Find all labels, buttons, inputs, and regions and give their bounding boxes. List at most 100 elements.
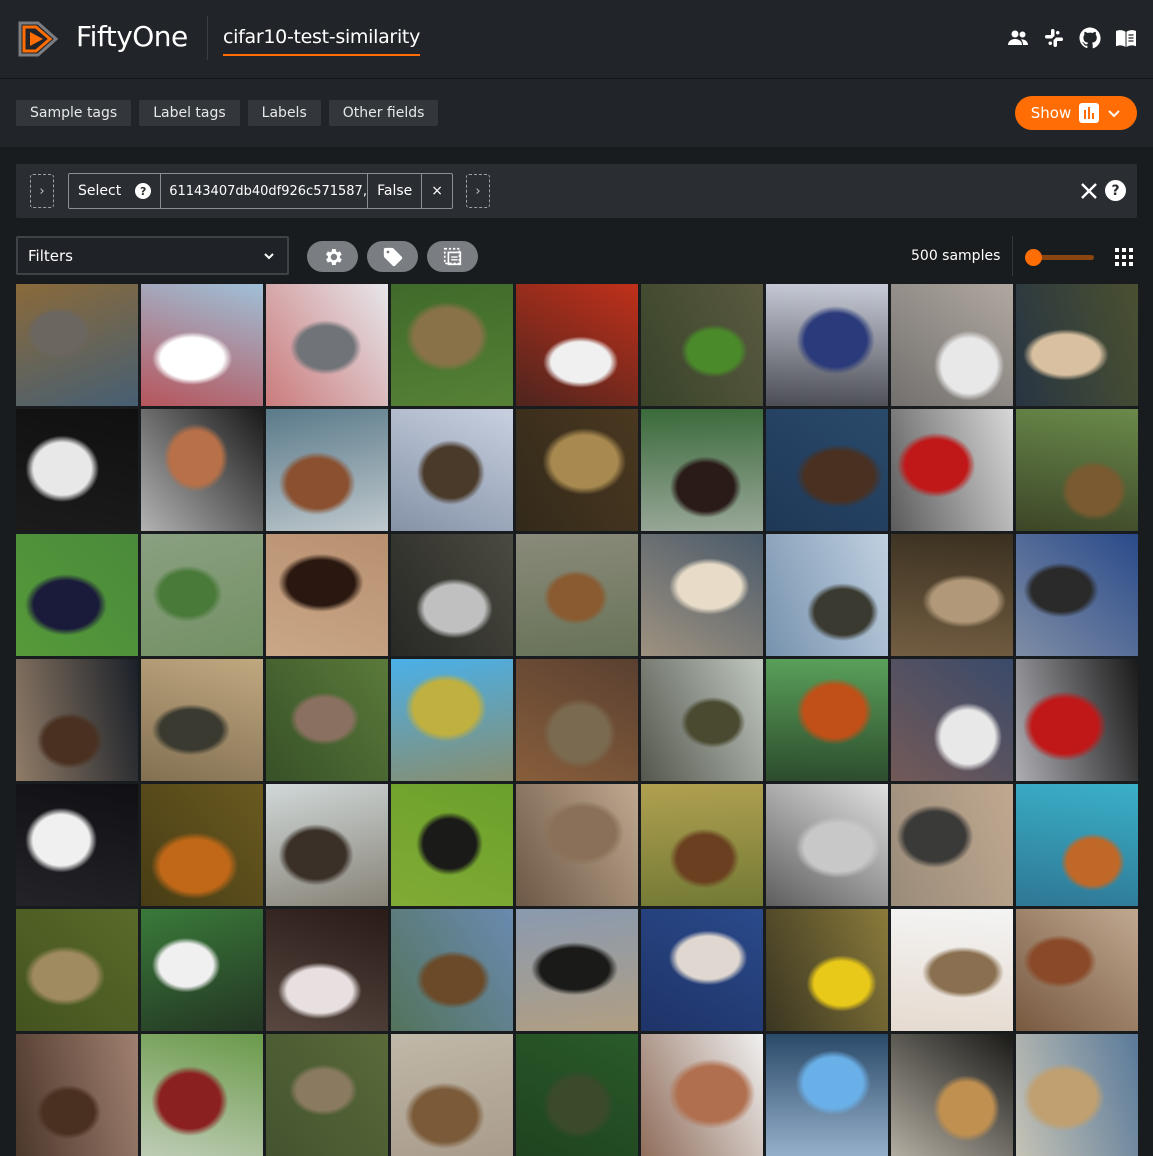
clear-view-icon[interactable] <box>1079 181 1099 201</box>
sample-thumbnail-bird[interactable] <box>16 909 138 1031</box>
sample-thumbnail-deer[interactable] <box>766 534 888 656</box>
tab-other-fields[interactable]: Other fields <box>328 100 439 126</box>
sample-thumbnail-deer[interactable] <box>641 784 763 906</box>
field-tabs: Sample tags Label tags Labels Other fiel… <box>16 100 439 126</box>
view-stage-select[interactable]: Select ? 61143407db40df926c571587,... Fa… <box>68 173 453 209</box>
sample-thumbnail-bird[interactable] <box>391 659 513 781</box>
bar-chart-icon <box>1079 103 1100 123</box>
tag-button[interactable] <box>367 241 418 272</box>
grid-view-icon[interactable] <box>1115 248 1133 266</box>
sample-thumbnail-horse[interactable] <box>516 909 638 1031</box>
sample-thumbnail-bird[interactable] <box>266 909 388 1031</box>
sample-thumbnail-automobile[interactable] <box>766 1034 888 1156</box>
header-links <box>1005 25 1139 51</box>
sample-thumbnail-dog[interactable] <box>1016 409 1138 531</box>
sample-thumbnail-cat[interactable] <box>141 659 263 781</box>
stage-name[interactable]: Select ? <box>69 174 162 208</box>
sample-thumbnail-frog[interactable] <box>391 284 513 406</box>
sample-thumbnail-horse[interactable] <box>16 659 138 781</box>
slack-icon[interactable] <box>1041 25 1067 51</box>
view-bar-help-icon[interactable]: ? <box>1105 180 1126 201</box>
sample-thumbnail-bird[interactable] <box>766 659 888 781</box>
sample-thumbnail-frog[interactable] <box>516 409 638 531</box>
sample-thumbnail-frog[interactable] <box>266 784 388 906</box>
crop-selection-icon <box>443 247 461 265</box>
sample-thumbnail-automobile[interactable] <box>766 784 888 906</box>
sample-thumbnail-frog[interactable] <box>516 659 638 781</box>
sample-thumbnail-bird[interactable] <box>516 1034 638 1156</box>
sample-thumbnail-bird[interactable] <box>516 784 638 906</box>
sample-thumbnail-truck[interactable] <box>1016 534 1138 656</box>
sample-thumbnail-ship[interactable] <box>391 409 513 531</box>
patches-button[interactable] <box>427 241 478 272</box>
sample-thumbnail-horse[interactable] <box>16 409 138 531</box>
toolbar-divider <box>1012 236 1013 276</box>
gear-icon <box>325 248 342 265</box>
sample-thumbnail-bird[interactable] <box>391 784 513 906</box>
fiftyone-logo-icon[interactable] <box>16 17 60 61</box>
tab-labels[interactable]: Labels <box>247 100 321 126</box>
sample-thumbnail-bird[interactable] <box>266 1034 388 1156</box>
sample-thumbnail-horse[interactable] <box>16 784 138 906</box>
sample-thumbnail-truck[interactable] <box>641 659 763 781</box>
dataset-selector[interactable]: cifar10-test-similarity <box>223 26 420 56</box>
header-divider <box>207 16 208 60</box>
sample-thumbnail-dog[interactable] <box>1016 284 1138 406</box>
sample-thumbnail-deer[interactable] <box>391 1034 513 1156</box>
team-icon[interactable] <box>1005 25 1031 51</box>
zoom-slider-handle[interactable] <box>1025 249 1042 266</box>
sample-thumbnail-cat[interactable] <box>891 909 1013 1031</box>
sample-thumbnail-truck[interactable] <box>891 284 1013 406</box>
sample-thumbnail-bird[interactable] <box>266 659 388 781</box>
sample-thumbnail-deer[interactable] <box>766 409 888 531</box>
settings-button[interactable] <box>307 241 358 272</box>
sample-thumbnail-bird[interactable] <box>766 909 888 1031</box>
sample-thumbnail-cat[interactable] <box>891 1034 1013 1156</box>
sample-thumbnail-horse[interactable] <box>641 409 763 531</box>
add-stage-right-button[interactable]: › <box>466 174 490 208</box>
sample-thumbnail-horse[interactable] <box>1016 909 1138 1031</box>
sample-thumbnail-dog[interactable] <box>641 534 763 656</box>
brand-name[interactable]: FiftyOne <box>76 20 188 53</box>
show-plots-button[interactable]: Show <box>1015 96 1137 130</box>
sample-thumbnail-ship[interactable] <box>141 284 263 406</box>
sample-thumbnail-cat[interactable] <box>891 659 1013 781</box>
docs-icon[interactable] <box>1113 25 1139 51</box>
stage-sample-ids-field[interactable]: 61143407db40df926c571587,... <box>161 174 369 208</box>
sample-thumbnail-bird[interactable] <box>891 784 1013 906</box>
sample-thumbnail-frog[interactable] <box>641 284 763 406</box>
sample-thumbnail-airplane[interactable] <box>266 284 388 406</box>
sample-thumbnail-horse[interactable] <box>1016 784 1138 906</box>
sample-thumbnail-dog[interactable] <box>641 1034 763 1156</box>
sample-thumbnail-dog[interactable] <box>1016 1034 1138 1156</box>
tab-sample-tags[interactable]: Sample tags <box>16 100 132 126</box>
sample-thumbnail-deer[interactable] <box>516 534 638 656</box>
sample-thumbnail-deer[interactable] <box>141 784 263 906</box>
sample-thumbnail-bird[interactable] <box>16 534 138 656</box>
filters-label: Filters <box>28 246 73 265</box>
stage-name-label: Select <box>78 183 122 199</box>
sample-thumbnail-dog[interactable] <box>141 409 263 531</box>
sample-thumbnail-dog[interactable] <box>141 909 263 1031</box>
sample-thumbnail-dog[interactable] <box>266 534 388 656</box>
github-icon[interactable] <box>1077 25 1103 51</box>
sample-thumbnail-truck[interactable] <box>141 1034 263 1156</box>
sample-thumbnail-truck[interactable] <box>891 409 1013 531</box>
sample-thumbnail-cat[interactable] <box>16 284 138 406</box>
tab-label-tags[interactable]: Label tags <box>139 100 240 126</box>
stage-delete-icon[interactable]: × <box>422 174 452 208</box>
add-stage-left-button[interactable]: › <box>30 174 54 208</box>
sample-thumbnail-bird[interactable] <box>391 534 513 656</box>
sample-thumbnail-horse[interactable] <box>16 1034 138 1156</box>
sample-thumbnail-ship[interactable] <box>641 909 763 1031</box>
sample-thumbnail-horse[interactable] <box>266 409 388 531</box>
sample-thumbnail-automobile[interactable] <box>516 284 638 406</box>
filters-dropdown[interactable]: Filters <box>16 236 289 275</box>
stage-ordered-field[interactable]: False <box>368 174 423 208</box>
sample-thumbnail-deer[interactable] <box>391 909 513 1031</box>
sample-thumbnail-automobile[interactable] <box>1016 659 1138 781</box>
sample-thumbnail-cat[interactable] <box>891 534 1013 656</box>
sample-thumbnail-automobile[interactable] <box>766 284 888 406</box>
sample-thumbnail-airplane[interactable] <box>141 534 263 656</box>
stage-help-icon[interactable]: ? <box>135 183 152 199</box>
